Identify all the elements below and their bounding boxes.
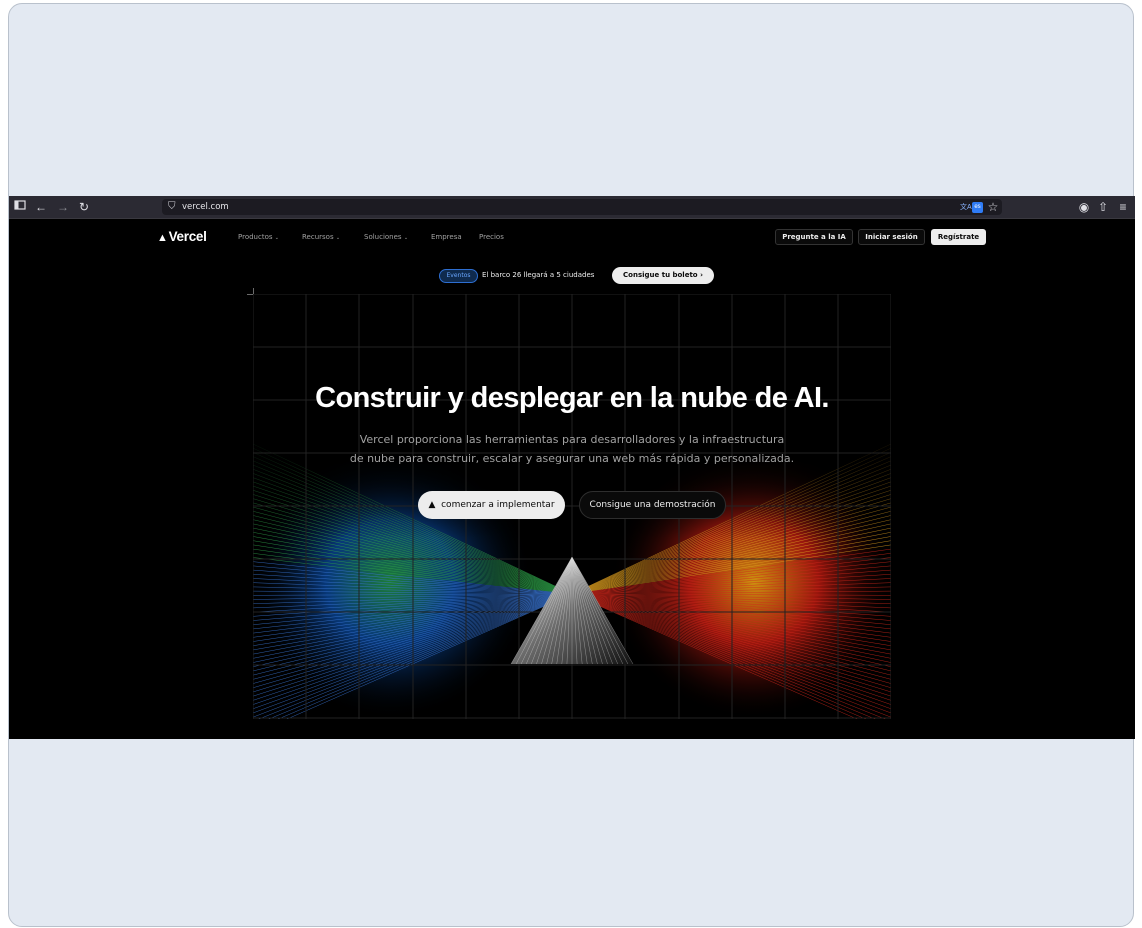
signup-button[interactable]: Regístrate (931, 229, 986, 245)
hero-section: Construir y desplegar en la nube de AI. … (253, 294, 891, 739)
nav-item-soluciones[interactable]: Soluciones ⌄ (364, 229, 408, 246)
forward-icon[interactable]: → (55, 199, 71, 215)
bookmark-star-icon[interactable]: ☆ (985, 199, 1001, 215)
nav-item-precios[interactable]: Precios (479, 229, 504, 245)
vercel-logo[interactable]: ▲Vercel (157, 229, 207, 245)
account-icon[interactable]: ◉ (1076, 199, 1092, 215)
nav-item-productos[interactable]: Productos ⌄ (238, 229, 279, 246)
announcement-text: El barco 26 llegará a 5 ciudades (482, 271, 595, 279)
extensions-icon[interactable]: ⇧ (1095, 199, 1111, 215)
vercel-triangle-icon: ▲ (157, 232, 168, 244)
start-deploy-button[interactable]: ▲ comenzar a implementar (418, 491, 565, 519)
chevron-down-icon: ⌄ (274, 235, 279, 241)
url-bar[interactable]: ⛉ vercel.com (162, 199, 1002, 215)
chevron-right-icon: › (700, 271, 703, 279)
nav-item-empresa[interactable]: Empresa (431, 229, 462, 245)
ask-ai-button[interactable]: Pregunte a la IA (775, 229, 853, 245)
reload-icon[interactable]: ↻ (76, 199, 92, 215)
browser-toolbar: ← → ↻ ⛉ vercel.com 文A es ☆ ◉ ⇧ ≡ (9, 196, 1135, 219)
sidebar-icon[interactable] (12, 199, 28, 215)
hero-prism-artwork (253, 294, 891, 739)
browser-window: ← → ↻ ⛉ vercel.com 文A es ☆ ◉ ⇧ ≡ ▲Vercel… (9, 196, 1135, 739)
hero-title: Construir y desplegar en la nube de AI. (315, 382, 829, 414)
get-ticket-button[interactable]: Consigue tu boleto › (612, 267, 714, 284)
hero-subtitle: Vercel proporciona las herramientas para… (349, 433, 795, 465)
menu-icon[interactable]: ≡ (1115, 199, 1131, 215)
events-badge: Eventos (439, 269, 478, 283)
site-header: ▲Vercel Productos ⌄ Recursos ⌄ Solucione… (9, 218, 1135, 254)
login-button[interactable]: Iniciar sesión (858, 229, 925, 245)
chevron-down-icon: ⌄ (403, 235, 409, 241)
shield-icon[interactable]: ⛉ (168, 199, 176, 215)
back-icon[interactable]: ← (33, 199, 49, 215)
chevron-down-icon: ⌄ (335, 235, 341, 241)
translate-language-badge: es (972, 202, 983, 213)
url-text[interactable]: vercel.com (182, 199, 229, 215)
get-demo-button[interactable]: Consigue una demostración (579, 491, 726, 519)
translate-icon[interactable]: 文A es (960, 202, 984, 213)
vercel-triangle-icon: ▲ (428, 500, 436, 510)
nav-item-recursos[interactable]: Recursos ⌄ (302, 229, 340, 246)
